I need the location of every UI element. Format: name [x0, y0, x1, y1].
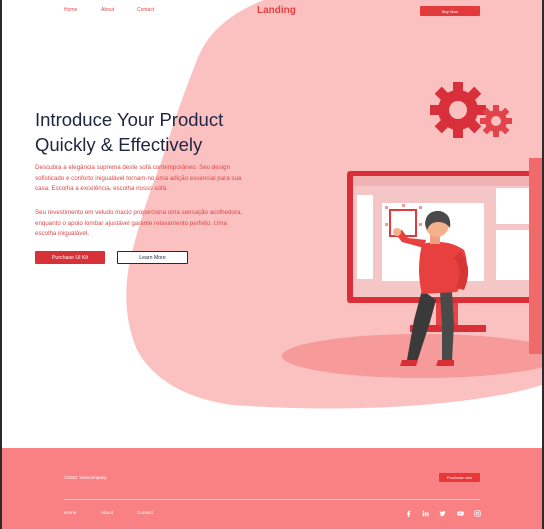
copyright-text: ©2022 Yourcompany	[64, 475, 107, 480]
purchase-now-button[interactable]: Purchase now	[439, 473, 480, 482]
footer-link-contact[interactable]: Contact	[137, 510, 153, 515]
footer-divider	[64, 499, 480, 500]
twitter-icon[interactable]	[438, 509, 446, 517]
footer-link-home[interactable]: Home	[64, 510, 76, 515]
small-gear-icon	[480, 105, 512, 137]
footer-link-about[interactable]: About	[101, 510, 113, 515]
footer: ©2022 Yourcompany Purchase now Home Abou…	[2, 448, 542, 529]
youtube-icon[interactable]	[456, 509, 464, 517]
linkedin-icon[interactable]	[421, 509, 429, 517]
gear-icon	[430, 82, 486, 138]
landing-page: Home About Contact Landing Buy Now Intro…	[2, 0, 542, 529]
ruler-strip	[529, 158, 542, 354]
instagram-icon[interactable]	[473, 509, 481, 517]
facebook-icon[interactable]	[404, 509, 412, 517]
hero-illustration	[282, 82, 542, 378]
